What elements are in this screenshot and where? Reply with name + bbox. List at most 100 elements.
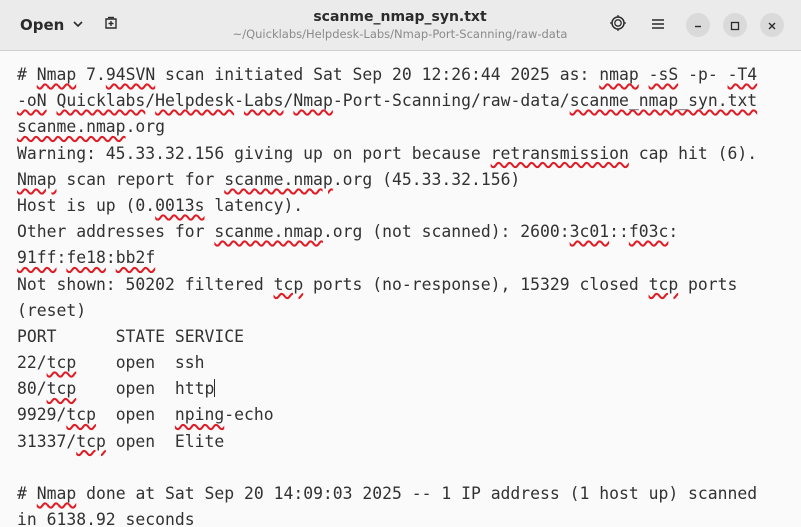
text-segment: -p- xyxy=(678,65,728,84)
misspelled-word: Nmap xyxy=(293,91,333,111)
text-line: # Nmap done at Sat Sep 20 14:09:03 2025 … xyxy=(17,481,757,507)
text-line: Warning: 45.33.32.156 giving up on port … xyxy=(17,141,757,167)
new-tab-icon xyxy=(103,15,119,35)
text-segment: 9929/ xyxy=(17,405,67,425)
window-subtitle: ~/Quicklabs/Helpdesk-Labs/Nmap-Port-Scan… xyxy=(232,27,568,41)
text-segment: Other addresses for xyxy=(17,222,215,242)
text-line xyxy=(17,455,757,481)
text-line: 80/tcp open http xyxy=(17,376,757,402)
misspelled-word: fe18 xyxy=(66,248,106,268)
misspelled-word: Nmap xyxy=(36,484,77,503)
misspelled-word: 94SVN xyxy=(105,65,156,84)
text-segment: in 6138.92 seconds xyxy=(17,510,195,527)
text-segment: # xyxy=(17,65,37,84)
title-area: scanme_nmap_syn.txt ~/Quicklabs/Helpdesk… xyxy=(200,8,600,42)
header-bar: Open scanme_nmap_syn.txt ~/Quicklabs/Hel… xyxy=(0,0,801,51)
misspelled-word: 3c01 xyxy=(569,222,610,242)
misspelled-word: tcp xyxy=(273,274,304,294)
text-segment: ports xyxy=(678,274,738,294)
text-segment: .org (not scanned): 2600: xyxy=(322,222,570,242)
text-segment: open ssh xyxy=(76,353,205,373)
text-segment: done at Sat Sep 20 14:09:03 2025 -- 1 IP… xyxy=(76,484,758,503)
misspelled-word: tcp xyxy=(76,431,106,451)
text-line: 9929/tcp open nping-echo xyxy=(17,402,757,428)
maximize-button[interactable] xyxy=(723,13,747,37)
text-segment: (reset) xyxy=(17,300,87,320)
text-segment: 31337/ xyxy=(17,431,77,451)
text-line: scanme.nmap.org xyxy=(17,114,757,140)
highlight-mode-button[interactable] xyxy=(603,10,633,40)
misspelled-word: -oN xyxy=(17,91,47,111)
misspelled-word: Nmap xyxy=(17,169,57,189)
main-menu-button[interactable] xyxy=(643,10,673,40)
text-segment: -echo xyxy=(224,405,274,425)
text-line: Other addresses for scanme.nmap.org (not… xyxy=(17,219,757,245)
misspelled-word: scanme.nmap xyxy=(214,222,323,242)
chevron-down-icon xyxy=(72,16,84,34)
text-segment: -Port-Scanning/raw-data/ xyxy=(332,91,570,111)
text-segment xyxy=(639,65,649,84)
text-line: Nmap scan report for scanme.nmap.org (45… xyxy=(17,167,757,193)
text-segment xyxy=(47,91,57,110)
close-button[interactable] xyxy=(760,13,784,37)
text-segment: open Elite xyxy=(105,431,225,451)
text-segment: PORT STATE SERVICE xyxy=(17,326,244,346)
minimize-icon xyxy=(693,16,703,35)
misspelled-word: nmap xyxy=(599,65,639,84)
misspelled-word: 91ff xyxy=(17,248,57,268)
text-segment: : xyxy=(56,248,67,268)
minimize-button[interactable] xyxy=(686,13,710,37)
maximize-icon xyxy=(730,16,740,35)
text-segment: latency). xyxy=(204,195,304,215)
open-button-label: Open xyxy=(20,16,65,34)
text-segment: scan report for xyxy=(56,169,225,189)
misspelled-word: retransmission xyxy=(490,143,629,163)
text-segment: - xyxy=(234,91,244,111)
misspelled-word: tcp xyxy=(46,379,77,399)
text-line: 91ff:fe18:bb2f xyxy=(17,245,757,271)
text-segment: scan initiated Sat Sep 20 12:26:44 2025 … xyxy=(155,65,600,84)
misspelled-word: tcp xyxy=(648,274,679,294)
text-line: Host is up (0.0013s latency). xyxy=(17,193,757,219)
misspelled-word: scanme_nmap_syn.txt xyxy=(569,91,758,111)
text-segment: :: xyxy=(609,222,629,242)
text-cursor xyxy=(214,379,216,398)
text-line: in 6138.92 seconds xyxy=(17,507,757,527)
new-document-button[interactable] xyxy=(96,10,126,40)
hamburger-icon xyxy=(651,16,665,35)
text-segment: Not shown: 50202 filtered xyxy=(17,274,274,294)
open-button[interactable]: Open xyxy=(8,9,86,41)
text-segment: Warning: 45.33.32.156 giving up on port … xyxy=(17,143,491,163)
text-line: -oN Quicklabs/Helpdesk-Labs/Nmap-Port-Sc… xyxy=(17,88,757,114)
text-segment: : xyxy=(668,222,679,242)
misspelled-word: Nmap xyxy=(36,65,77,84)
misspelled-word: f03c xyxy=(628,222,669,242)
text-segment: 7. xyxy=(76,65,106,84)
text-editor-window: Open scanme_nmap_syn.txt ~/Quicklabs/Hel… xyxy=(0,0,801,527)
misspelled-word: -sS xyxy=(648,65,679,84)
misspelled-word: tcp xyxy=(46,353,77,373)
editor-lines: # Nmap 7.94SVN scan initiated Sat Sep 20… xyxy=(17,62,757,527)
misspelled-word: Quicklabs xyxy=(56,91,146,111)
misspelled-word: tcp xyxy=(66,405,96,425)
text-line: PORT STATE SERVICE xyxy=(17,324,757,350)
text-segment: Host is up (0. xyxy=(17,195,156,215)
misspelled-word: nping xyxy=(174,405,225,425)
misspelled-word: Labs xyxy=(244,91,284,111)
text-line: 22/tcp open ssh xyxy=(17,350,757,376)
sun-icon xyxy=(609,14,627,36)
text-segment: 22/ xyxy=(17,353,47,373)
text-segment: ports (no-response), 15329 closed xyxy=(303,274,649,294)
text-line: # Nmap 7.94SVN scan initiated Sat Sep 20… xyxy=(17,62,757,88)
text-segment: / xyxy=(283,91,294,111)
text-editor-area[interactable]: # Nmap 7.94SVN scan initiated Sat Sep 20… xyxy=(0,52,801,527)
misspelled-word: bb2f xyxy=(115,248,156,268)
text-segment: .org xyxy=(125,117,166,137)
text-segment: cap hit (6). xyxy=(628,143,758,163)
text-segment: : xyxy=(105,248,116,268)
text-segment: open http xyxy=(76,379,215,399)
text-segment: / xyxy=(145,91,156,111)
text-segment: # xyxy=(17,484,37,503)
text-segment: 80/ xyxy=(17,379,47,399)
misspelled-word: scanme.nmap xyxy=(224,169,333,189)
